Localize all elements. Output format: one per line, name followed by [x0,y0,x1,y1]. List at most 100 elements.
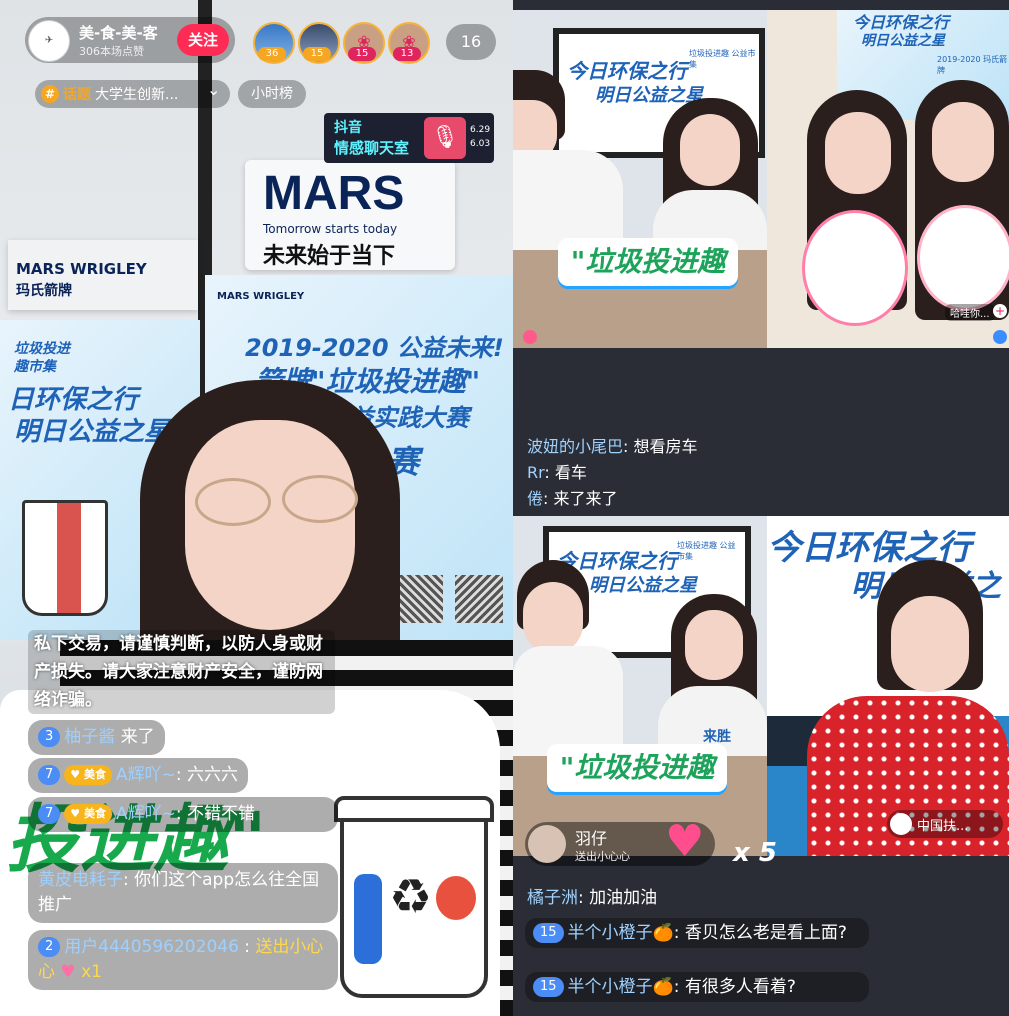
topic-pill[interactable]: # 话题 大学生创新... ⌄ [35,80,230,108]
host-glasses [282,475,358,523]
poster-line-1: 日环保之行 [8,385,139,415]
chat-username[interactable]: 黄皮电耗子 [38,870,123,890]
screen-text-1: 今日环保之行 [567,59,687,83]
topic-hash-icon: # [41,85,59,103]
poster-line-2: 明日公益之星 [14,417,171,447]
recycle-bin-illustration [22,500,108,616]
chevron-down-icon[interactable]: ⌄ [207,80,220,99]
host-face [185,420,355,630]
chat-text: 看车 [554,463,587,482]
cartoon-cutout [802,210,908,326]
mars-wrigley-logo: MARS WRIGLEY [16,260,147,278]
side-text-2: 趣市集 [14,359,56,375]
chat-message[interactable]: 倦: 来了来了 [527,486,618,512]
streamer-avatar[interactable]: ✈ [28,20,70,62]
guest-face [523,582,583,654]
poster-text-2: 明日公益之星 [861,33,945,49]
recycle-sign: "垃圾投进趣 [547,744,727,792]
sticker-date-1: 6.29 [470,125,491,135]
chat-username[interactable]: 波妞的小尾巴 [527,437,623,456]
mic-icon: 🎙 [424,117,466,159]
chat-message[interactable]: 波妞的小尾巴: 想看房车 [527,434,698,460]
add-icon[interactable]: + [993,304,1007,318]
recycle-icon: ♻ [389,869,433,925]
chat-text: 来了 [120,727,155,747]
recycle-cup-illustration: ♻ [334,796,494,998]
douyin-chat-sticker: 抖音 情感聊天室 🎙 6.29 6.03 [324,113,494,163]
chat-message[interactable]: 15 半个小橙子🍊: 有很多人看着? [525,972,869,1002]
chat-message[interactable]: 7 ♥ 美食 A辉吖~: 六六六 [28,758,248,793]
guest-name-tag[interactable]: 中国扶... [887,810,1003,838]
chat-message[interactable]: 黄皮电耗子: 你们这个app怎么往全国推广 [28,863,338,923]
guest-video-tile-4[interactable]: 今日环保之行 明日公益之 中国扶... [767,516,1009,856]
chat-username[interactable]: Rr [527,463,544,482]
guest-face [932,102,994,182]
pink-dot-icon[interactable] [523,330,537,344]
chat-message[interactable]: Rr: 看车 [527,460,587,486]
sticker-title-2: 情感聊天室 [334,139,410,157]
fan-club-badge: ♥ 美食 [64,804,112,824]
gift-multiplier: x 5 [733,838,777,868]
topic-name: 大学生创新... [95,87,179,103]
chat-message[interactable]: 7 ♥ 美食 A辉吖~: 不错不错 [28,797,338,832]
streamer-info-pill[interactable]: ✈ 美-食-美-客 306本场点赞 关注 [25,17,235,63]
chat-text: 来了来了 [553,489,618,508]
gift-sender-name: 羽仔 [575,829,608,848]
bottle-illustration [354,874,382,964]
chat-username[interactable]: A辉吖~ [116,804,176,824]
screen-small-text: 垃圾投进趣 公益市集 [689,49,756,69]
chat-message[interactable]: 橘子洲: 加油加油 [527,885,657,911]
topic-prefix: 话题 [63,87,91,103]
mars-subtitle: Tomorrow starts today [263,222,398,236]
gift-message[interactable]: 2 用户4440596202046 : 送出小心心 ♥ x1 [28,930,338,990]
streamer-likes: 306本场点赞 [79,45,144,58]
viewer-badge: 13 [393,47,421,61]
guest-face [685,610,743,680]
qr-code [395,575,443,623]
chat-username[interactable]: 橘子洲 [527,888,578,908]
chat-username[interactable]: 用户4440596202046 [64,937,239,957]
host-glasses [195,478,271,526]
user-level-badge: 7 [38,804,61,824]
blue-dot-icon[interactable] [993,330,1007,344]
chat-text: 加油加油 [589,888,658,908]
side-text-1: 垃圾投进 [14,341,70,357]
chat-text: 有很多人看着? [684,977,796,997]
chat-username[interactable]: 倦 [527,489,543,508]
follow-button[interactable]: 关注 [177,24,229,56]
chat-username[interactable]: 半个小橙子🍊 [568,977,674,997]
poster-small-text: 2019-2020 玛氏箭牌 [937,55,1008,75]
board-wrigley-logo: MARS WRIGLEY [217,291,305,302]
guest-video-tile-2[interactable]: 今日环保之行 明日公益之星 2019-2020 玛氏箭牌 哈哇你... + [767,10,1009,348]
multi-guest-panel: 今日环保之行 垃圾投进趣 公益市集 明日公益之星 "垃圾投进趣 今日环保之行 明… [513,0,1009,1016]
mars-poster: MARS Tomorrow starts today 未来始于当下 [245,160,455,270]
chat-username[interactable]: 半个小橙子🍊 [568,923,674,943]
chat-message[interactable]: 3 柚子酱 来了 [28,720,165,755]
board-year-text: 2019-2020 公益未来! [245,334,504,362]
hourly-rank-button[interactable]: 小时榜 [238,80,306,108]
cartoon-cutout [917,205,1009,311]
user-level-badge: 15 [533,977,564,997]
guest-video-tile-3[interactable]: 今日环保之行 垃圾投进趣 公益市集 明日公益之星 来胜 "垃圾投进趣 [513,516,767,856]
recycle-sign: "垃圾投进趣 [558,238,738,286]
chat-username[interactable]: 柚子酱 [64,727,115,747]
guest-video-tile-1[interactable]: 今日环保之行 垃圾投进趣 公益市集 明日公益之星 "垃圾投进趣 [513,10,767,348]
guest-face [680,114,740,186]
mars-wrigley-banner: MARS WRIGLEY 玛氏箭牌 [8,240,198,310]
system-notice: 私下交易，请谨慎判断，以防人身或财产损失。请大家注意财产安全，谨防网络诈骗。 [28,630,335,714]
gift-sender-avatar[interactable] [528,825,566,863]
guest-name-tag[interactable]: 哈哇你... [945,304,995,321]
heart-gift-icon: ♥ [665,816,705,867]
chat-username[interactable]: A辉吖~ [116,765,176,785]
wrigley-cn-logo: 玛氏箭牌 [16,283,72,299]
viewer-count[interactable]: 16 [446,24,496,60]
chat-text: 六六六 [187,765,238,785]
fan-club-name: 美食 [83,807,106,820]
user-level-badge: 15 [533,923,564,943]
chat-text: 香贝怎么老是看上面? [684,923,847,943]
main-live-video[interactable]: MARS Tomorrow starts today 未来始于当下 MARS W… [0,0,513,1016]
viewer-badge: 15 [303,47,331,61]
gift-action: 送出小心心 [575,850,630,863]
chat-message[interactable]: 15 半个小橙子🍊: 香贝怎么老是看上面? [525,918,869,948]
streamer-name: 美-食-美-客 [79,24,158,42]
